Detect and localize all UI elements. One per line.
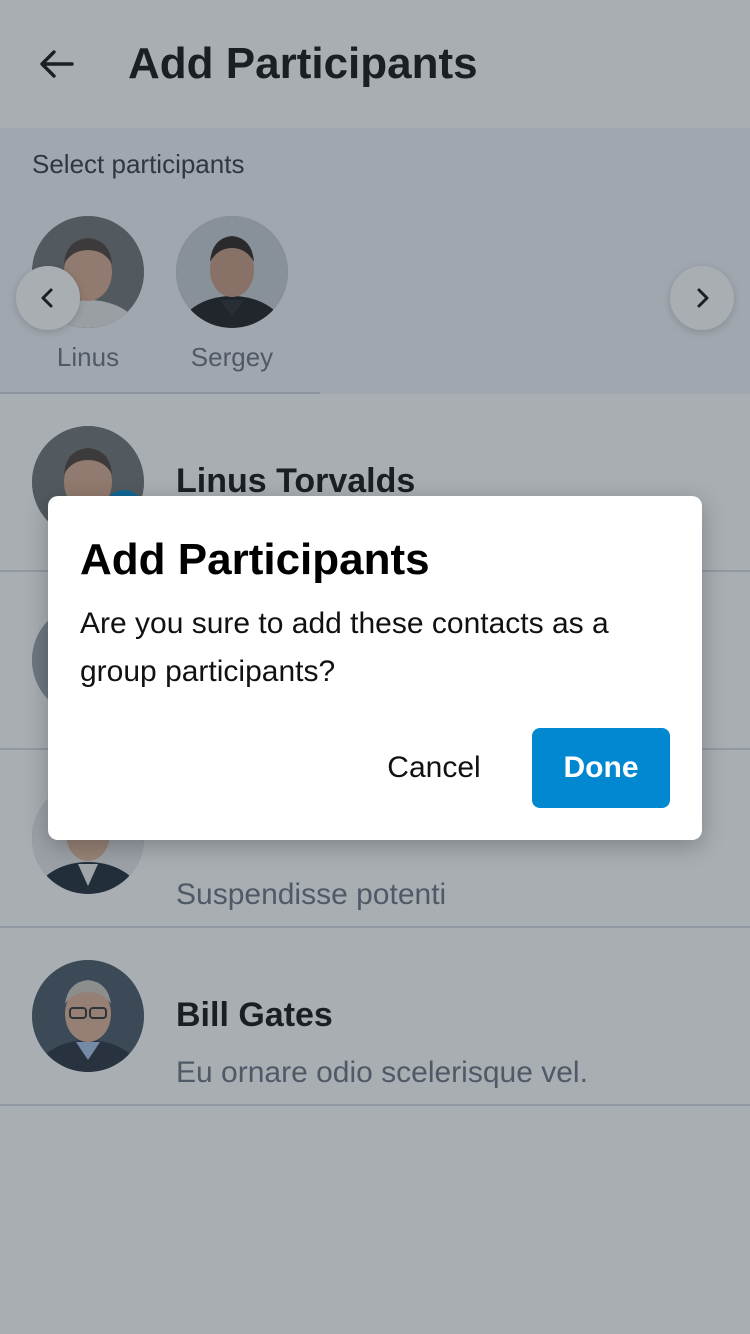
cancel-button[interactable]: Cancel	[364, 728, 504, 808]
confirm-dialog: Add Participants Are you sure to add the…	[48, 496, 702, 840]
done-button[interactable]: Done	[532, 728, 670, 808]
dialog-message: Are you sure to add these contacts as a …	[80, 607, 609, 688]
dialog-title: Add Participants	[80, 535, 430, 584]
